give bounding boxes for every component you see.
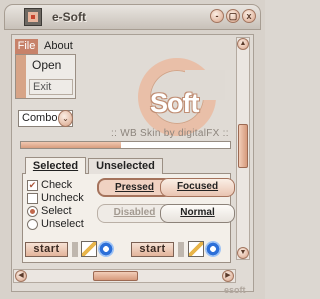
taskbar-separator (72, 242, 78, 257)
focused-button[interactable]: Focused (160, 178, 235, 197)
start-button-right[interactable]: start (131, 242, 174, 257)
vertical-scroll-thumb[interactable] (238, 124, 248, 168)
menu-item-exit[interactable]: Exit (29, 79, 73, 95)
checkbox-uncheck-label: Uncheck (41, 192, 84, 204)
checkbox-uncheck[interactable] (27, 193, 38, 204)
minimize-button[interactable]: - (210, 9, 224, 23)
logo-text: Soft (150, 88, 199, 118)
checkmark-icon: ✔ (28, 180, 37, 190)
start-button-left[interactable]: start (25, 242, 68, 257)
skin-caption: :: WB Skin by digitalFX :: (111, 128, 229, 139)
chevron-down-icon[interactable]: ⌄ (58, 110, 73, 127)
status-brand: esoft (224, 285, 246, 295)
radio-unselect-label: Unselect (41, 218, 84, 230)
internet-explorer-icon[interactable] (205, 241, 221, 257)
checkbox-check-label: Check (41, 179, 73, 191)
menu-item-open[interactable]: Open (32, 58, 61, 72)
tab-unselected[interactable]: Unselected (88, 158, 163, 174)
progress-fill (21, 142, 121, 148)
scroll-left-icon[interactable]: ◀ (15, 270, 27, 282)
menu-file[interactable]: File (15, 39, 38, 54)
radio-unselect[interactable] (27, 219, 38, 230)
internet-explorer-icon[interactable] (98, 241, 114, 257)
close-button[interactable]: x (242, 9, 256, 23)
maximize-button[interactable]: ▢ (226, 9, 240, 23)
taskbar-separator (178, 242, 184, 257)
horizontal-scroll-thumb[interactable] (93, 271, 138, 281)
tab-selected[interactable]: Selected (25, 157, 86, 174)
scroll-right-icon[interactable]: ▶ (222, 270, 234, 282)
window-title: e-Soft (52, 10, 86, 24)
app-icon[interactable] (24, 8, 42, 26)
scroll-up-icon[interactable]: ▲ (237, 38, 249, 50)
radio-select-label: Select (41, 205, 72, 217)
popup-side-bar (16, 55, 26, 98)
checkbox-check[interactable]: ✔ (27, 180, 38, 191)
edit-icon[interactable] (188, 241, 204, 257)
normal-button[interactable]: Normal (160, 204, 235, 223)
radio-select[interactable] (27, 206, 38, 217)
scroll-down-icon[interactable]: ▼ (237, 247, 249, 259)
menu-about[interactable]: About (44, 39, 73, 54)
edit-icon[interactable] (81, 241, 97, 257)
